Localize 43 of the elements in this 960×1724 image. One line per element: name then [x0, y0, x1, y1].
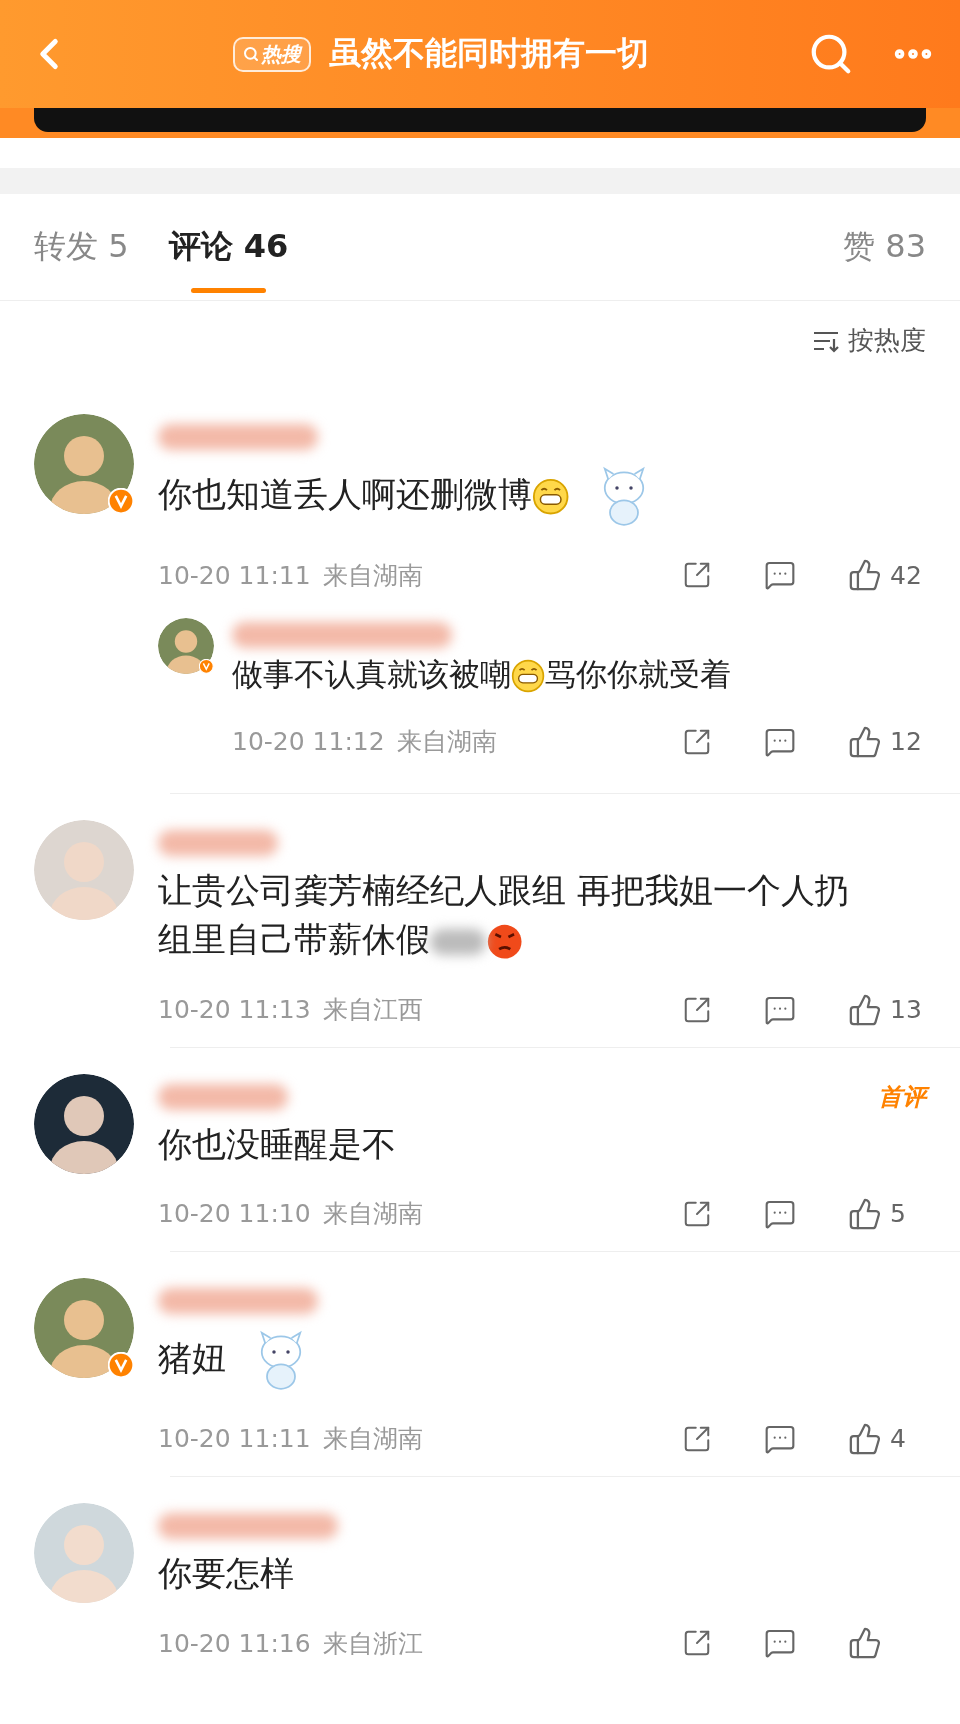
- like-count: 4: [890, 1424, 907, 1454]
- comment-time: 10-20 11:11: [158, 560, 311, 590]
- angry-emoji-icon: [486, 923, 524, 961]
- like-count: 12: [890, 727, 923, 757]
- comment-location: 来自江西: [322, 994, 423, 1027]
- comment-text: 你要怎样: [158, 1551, 294, 1595]
- like-count: 13: [890, 995, 923, 1025]
- grinning-emoji-icon: [532, 478, 570, 516]
- avatar[interactable]: [34, 1073, 134, 1174]
- like-icon[interactable]: [848, 1196, 882, 1231]
- comment-text: 让贵公司龚芳楠经纪人跟组 再把我姐一个人扔组里自己带薪休假: [158, 868, 850, 963]
- comment-text: 你也没睡醒是不: [158, 1122, 396, 1166]
- likes-tab[interactable]: 赞 83: [843, 225, 926, 269]
- comment-location: 来自浙江: [322, 1627, 423, 1660]
- like-icon[interactable]: [848, 1626, 882, 1661]
- reply-location: 来自湖南: [396, 726, 497, 759]
- comment-location: 来自湖南: [322, 559, 423, 592]
- like-icon[interactable]: [848, 558, 882, 592]
- tab[interactable]: 转发 5: [34, 201, 129, 293]
- like-icon[interactable]: [848, 1421, 882, 1456]
- like-count: 42: [890, 560, 923, 590]
- hot-search-badge[interactable]: 热搜: [233, 36, 311, 72]
- blurred-text: [430, 928, 486, 955]
- tab[interactable]: 评论 46: [168, 201, 289, 293]
- comment-text: 猪妞: [158, 1337, 226, 1381]
- comment-icon[interactable]: [764, 1627, 796, 1660]
- comment-time: 10-20 11:13: [158, 995, 311, 1025]
- like-icon[interactable]: [848, 724, 882, 759]
- comment-location: 来自湖南: [322, 1423, 423, 1456]
- comment-text: 你也知道丢人啊还删微博: [158, 470, 570, 520]
- comment-location: 来自湖南: [322, 1198, 423, 1231]
- comment-time: 10-20 11:11: [158, 1424, 311, 1454]
- sort-button[interactable]: 按热度: [812, 323, 926, 358]
- like-icon[interactable]: [848, 992, 882, 1027]
- share-icon[interactable]: [682, 560, 712, 590]
- like-count: 5: [890, 1199, 907, 1229]
- comment-text: 做事不认真就该被嘲 骂你你就受着: [232, 655, 733, 696]
- reply-time: 10-20 11:12: [232, 727, 385, 757]
- comment-icon[interactable]: [764, 559, 796, 591]
- page-title: 虽然不能同时拥有一切: [329, 33, 649, 74]
- grinning-emoji-icon: [511, 659, 546, 694]
- comment-time: 10-20 11:10: [158, 1199, 311, 1229]
- comment-time: 10-20 11:16: [158, 1628, 311, 1658]
